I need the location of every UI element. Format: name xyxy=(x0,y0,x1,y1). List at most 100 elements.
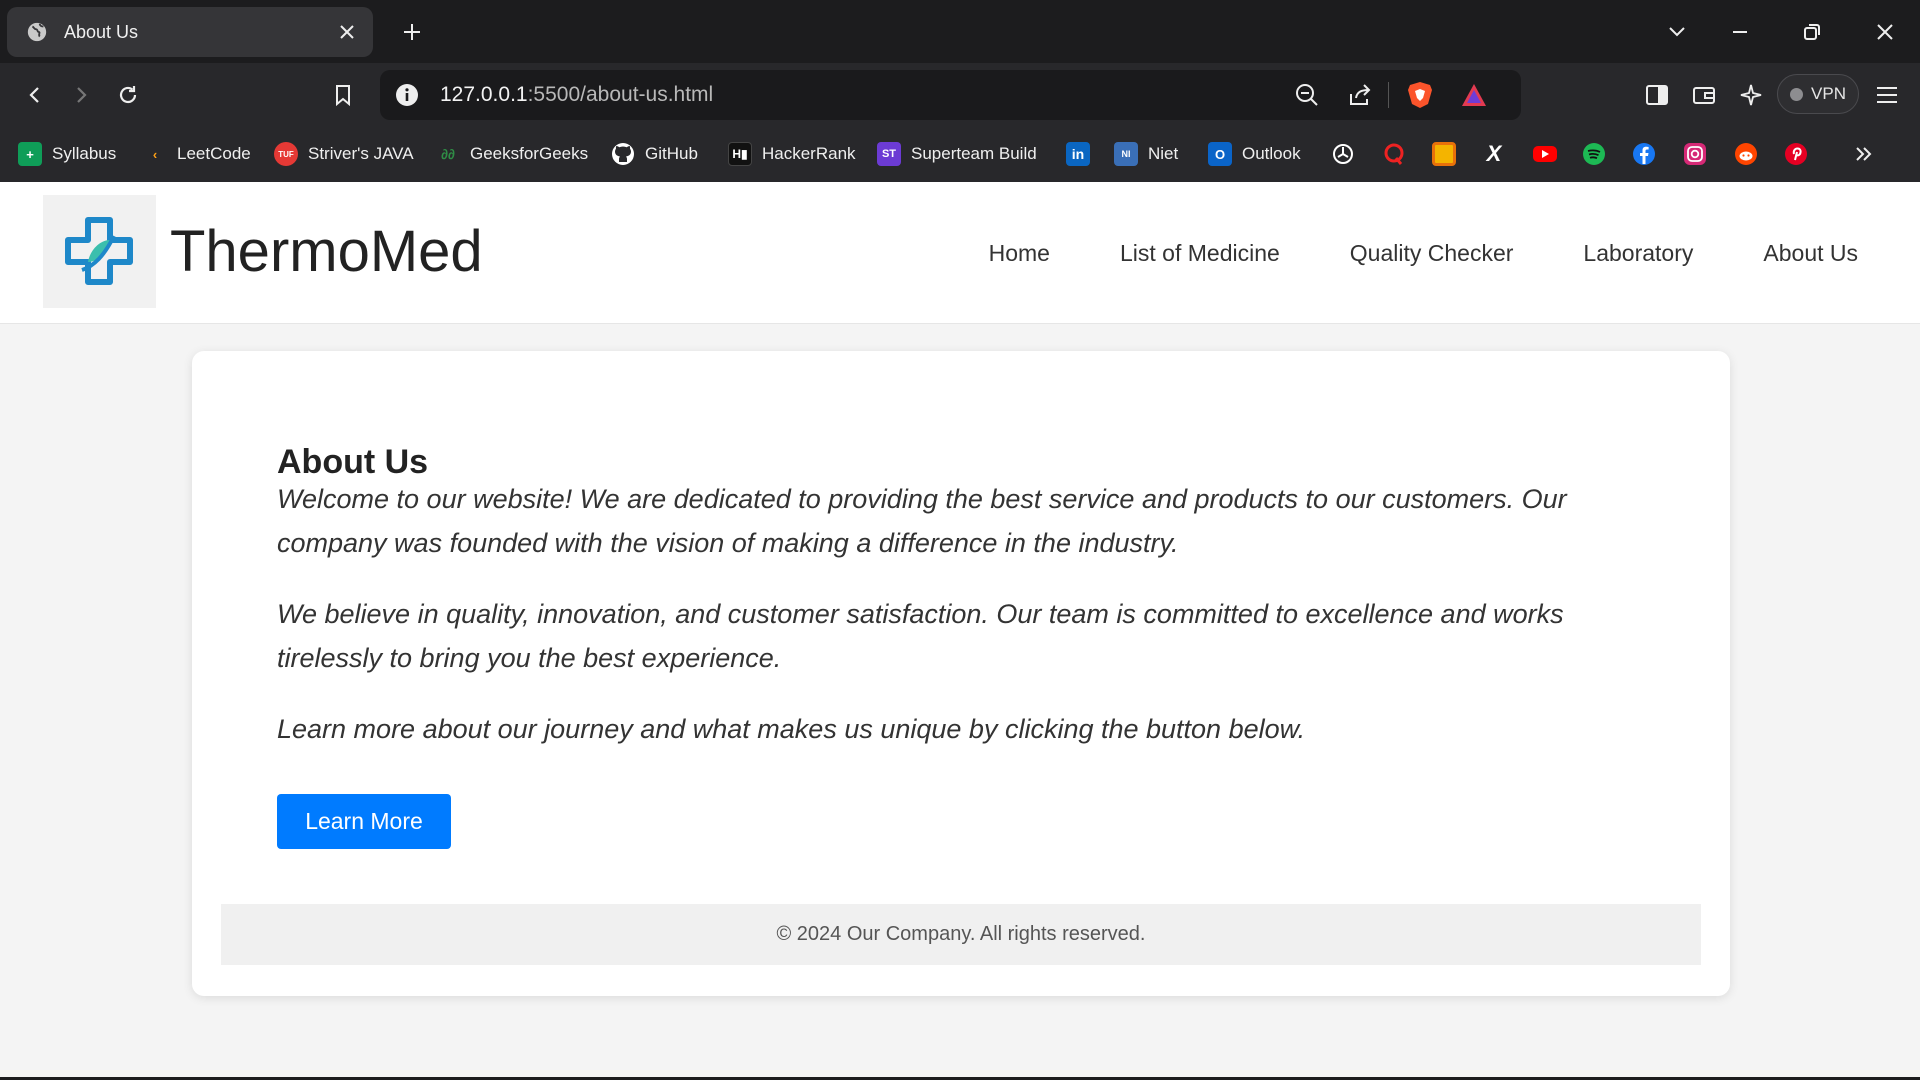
bookmark-quora[interactable] xyxy=(1382,138,1406,170)
bookmark-instagram[interactable] xyxy=(1683,138,1707,170)
url-path: :5500/about-us.html xyxy=(527,83,714,106)
chevron-down-icon xyxy=(1669,27,1685,37)
learn-more-button[interactable]: Learn More xyxy=(277,794,451,849)
nav-home[interactable]: Home xyxy=(989,240,1050,267)
instagram-icon xyxy=(1684,143,1706,165)
address-bar[interactable]: 127.0.0.1:5500/about-us.html xyxy=(380,70,1521,120)
bookmark-hackerrank[interactable]: H▮ HackerRank xyxy=(728,138,856,170)
tab-title: About Us xyxy=(64,21,139,42)
site-header: ThermoMed Home List of Medicine Quality … xyxy=(0,182,1920,324)
url-host: 127.0.0.1 xyxy=(440,83,528,106)
main-menu-button[interactable] xyxy=(1867,75,1907,115)
bookmark-label: LeetCode xyxy=(177,144,251,163)
new-tab-button[interactable] xyxy=(392,12,432,52)
bookmarks-overflow-button[interactable] xyxy=(1853,138,1875,170)
sidebar-icon xyxy=(1646,85,1668,105)
minimize-icon xyxy=(1733,31,1747,33)
browser-toolbar: 127.0.0.1:5500/about-us.html VPN xyxy=(0,63,1920,126)
bookmark-youtube[interactable] xyxy=(1532,138,1558,170)
github-icon xyxy=(612,143,634,165)
bookmark-page-button[interactable] xyxy=(323,75,363,115)
bookmark-leetcode[interactable]: ‹ LeetCode xyxy=(143,138,251,170)
chatgpt-icon xyxy=(1333,144,1353,164)
nav-list-of-medicine[interactable]: List of Medicine xyxy=(1120,240,1280,267)
bookmark-chatgpt[interactable] xyxy=(1331,138,1355,170)
bookmark-facebook[interactable] xyxy=(1632,138,1656,170)
bookmark-label: Superteam Build xyxy=(911,144,1037,163)
zoom-out-icon[interactable] xyxy=(1294,82,1320,108)
linkedin-icon: in xyxy=(1066,142,1090,166)
brave-shields-icon[interactable] xyxy=(1406,80,1434,110)
youtube-icon xyxy=(1533,146,1557,162)
niet-icon: NI xyxy=(1114,142,1138,166)
bookmark-label: Syllabus xyxy=(52,144,117,163)
vpn-button[interactable]: VPN xyxy=(1777,74,1859,114)
facebook-icon xyxy=(1633,143,1655,165)
tab-close-button[interactable] xyxy=(327,12,367,52)
forward-button[interactable] xyxy=(61,75,101,115)
bookmark-strivers-java[interactable]: TUF Striver's JAVA xyxy=(274,138,414,170)
nav-laboratory[interactable]: Laboratory xyxy=(1583,240,1693,267)
bookmark-spotify[interactable] xyxy=(1582,138,1606,170)
sheets-icon: + xyxy=(18,142,42,166)
bookmark-pinterest[interactable] xyxy=(1784,138,1808,170)
bookmark-google-slides[interactable] xyxy=(1432,138,1456,170)
gfg-icon: ∂∂ xyxy=(441,146,455,162)
bookmark-reddit[interactable] xyxy=(1734,138,1758,170)
minimize-button[interactable] xyxy=(1720,12,1760,52)
superteam-icon: ST xyxy=(877,142,901,166)
hackerrank-icon: H▮ xyxy=(728,142,752,166)
bookmark-syllabus[interactable]: + Syllabus xyxy=(18,138,116,170)
restore-icon xyxy=(1804,24,1820,40)
wallet-icon xyxy=(1693,87,1715,104)
nav-quality-checker[interactable]: Quality Checker xyxy=(1350,240,1514,267)
bookmark-github[interactable]: GitHub xyxy=(611,138,698,170)
site-logo[interactable] xyxy=(43,195,156,308)
bookmark-superteam-build[interactable]: ST Superteam Build xyxy=(877,138,1037,170)
page-viewport: ThermoMed Home List of Medicine Quality … xyxy=(0,182,1920,1077)
tuf-icon: TUF xyxy=(274,142,298,166)
bookmark-linkedin[interactable]: in xyxy=(1066,138,1090,170)
site-info-icon[interactable] xyxy=(394,82,420,108)
bookmark-outlook[interactable]: O Outlook xyxy=(1208,138,1301,170)
site-brand[interactable]: ThermoMed xyxy=(170,218,483,285)
spotify-icon xyxy=(1583,143,1605,165)
outlook-icon: O xyxy=(1208,142,1232,166)
page-footer: © 2024 Our Company. All rights reserved. xyxy=(221,904,1701,965)
bookmark-label: GitHub xyxy=(645,144,698,163)
leo-ai-button[interactable] xyxy=(1731,75,1771,115)
nav-about-us[interactable]: About Us xyxy=(1763,240,1858,267)
globe-icon xyxy=(27,22,47,42)
main-nav: Home List of Medicine Quality Checker La… xyxy=(989,182,1920,324)
brave-rewards-icon[interactable] xyxy=(1460,82,1488,108)
share-icon[interactable] xyxy=(1347,82,1373,108)
active-tab[interactable]: About Us xyxy=(7,7,373,57)
wallet-button[interactable] xyxy=(1684,75,1724,115)
address-divider xyxy=(1388,82,1389,108)
bookmark-geeksforgeeks[interactable]: ∂∂ GeeksforGeeks xyxy=(436,138,588,170)
bookmark-niet[interactable]: NI Niet xyxy=(1114,138,1178,170)
reload-icon xyxy=(119,86,137,104)
close-window-button[interactable] xyxy=(1865,12,1905,52)
intro-paragraph: Welcome to our website! We are dedicated… xyxy=(277,484,1567,558)
reddit-icon xyxy=(1735,143,1757,165)
tab-search-button[interactable] xyxy=(1657,12,1697,52)
plus-icon xyxy=(404,24,420,40)
hamburger-icon xyxy=(1877,87,1897,103)
bookmark-label: GeeksforGeeks xyxy=(470,144,589,163)
reload-button[interactable] xyxy=(108,75,148,115)
back-arrow-icon xyxy=(29,87,39,103)
sidebar-button[interactable] xyxy=(1637,75,1677,115)
url-text[interactable]: 127.0.0.1:5500/about-us.html xyxy=(440,83,713,107)
back-button[interactable] xyxy=(15,75,55,115)
restore-button[interactable] xyxy=(1792,12,1832,52)
slides-icon xyxy=(1432,142,1456,166)
sparkle-icon xyxy=(1740,84,1762,106)
bookmark-label: Outlook xyxy=(1242,144,1301,163)
bookmark-label: Striver's JAVA xyxy=(308,144,414,163)
bookmarks-bar: + Syllabus ‹ LeetCode TUF Striver's JAVA… xyxy=(0,126,1920,182)
vpn-status-icon xyxy=(1790,87,1804,101)
close-icon xyxy=(340,25,354,39)
learn-more-paragraph: Learn more about our journey and what ma… xyxy=(277,714,1306,744)
bookmark-x[interactable]: X xyxy=(1482,138,1506,170)
